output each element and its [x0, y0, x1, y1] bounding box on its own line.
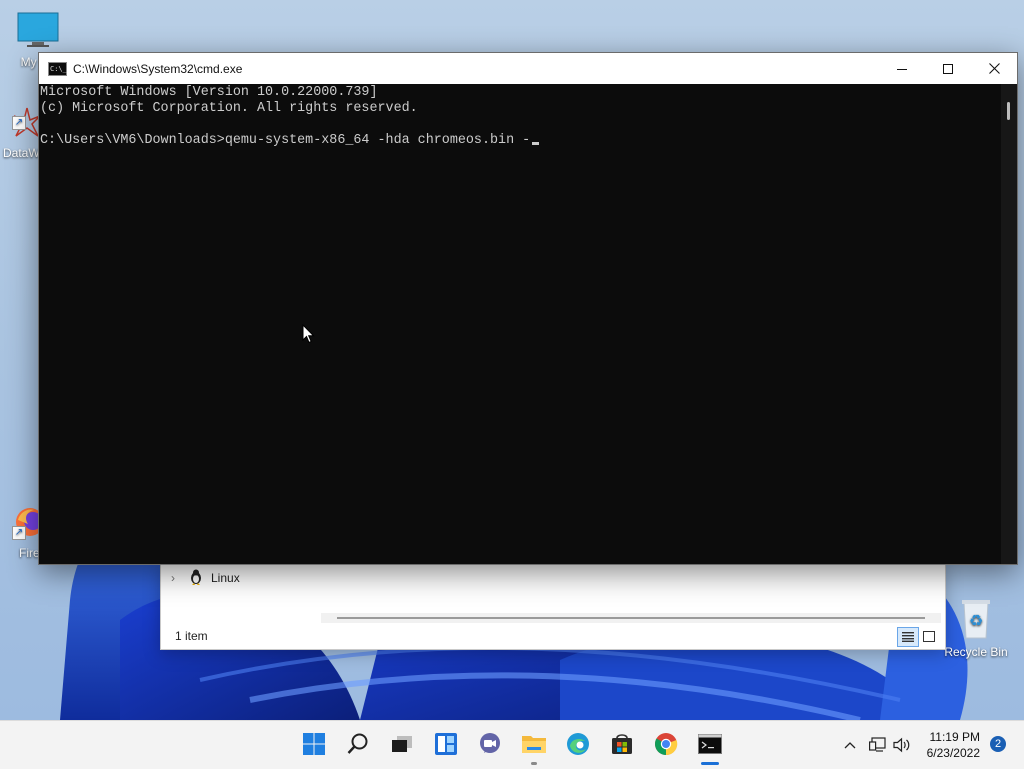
status-bar-item-count: 1 item: [175, 629, 208, 643]
speaker-icon: [893, 737, 910, 753]
search-icon: [347, 733, 368, 754]
widgets-button[interactable]: [433, 731, 459, 757]
show-hidden-icons-button[interactable]: [840, 735, 860, 755]
system-clock[interactable]: 11:19 PM 6/23/2022: [927, 729, 980, 761]
widgets-icon: [435, 733, 457, 755]
folder-icon: [522, 736, 546, 753]
details-view-icon: [902, 632, 914, 642]
microsoft-store-button[interactable]: [609, 731, 635, 757]
notification-badge[interactable]: 2: [990, 736, 1006, 752]
file-explorer-window[interactable]: › Linux 1 item: [160, 562, 946, 650]
chrome-button[interactable]: [653, 731, 679, 757]
desktop-icon-firefox[interactable]: ↗ Fire: [0, 504, 44, 560]
console-line: Microsoft Windows [Version 10.0.22000.73…: [40, 85, 378, 100]
nav-tree-item-linux[interactable]: › Linux: [171, 567, 240, 589]
monitor-icon: [17, 12, 59, 47]
desktop-icon-dataw[interactable]: ↗ DataW: [0, 106, 41, 160]
windows-logo-icon: [303, 733, 325, 755]
text-cursor: [532, 142, 540, 145]
chevron-up-icon: [844, 742, 856, 749]
minimize-icon: [897, 68, 907, 70]
network-button[interactable]: [868, 735, 888, 755]
shortcut-arrow-icon: ↗: [12, 116, 26, 130]
window-title: C:\Windows\System32\cmd.exe: [73, 61, 243, 76]
close-icon: [988, 63, 1000, 74]
task-view-button[interactable]: [389, 731, 415, 757]
recycle-bin-icon: ♻: [962, 600, 990, 639]
console-command-line: C:\Users\VM6\Downloads>qemu-system-x86_6…: [40, 133, 531, 148]
large-icons-view-icon: [923, 630, 935, 642]
mouse-pointer-icon: [302, 324, 315, 344]
window-title-bar[interactable]: C:\_ C:\Windows\System32\cmd.exe: [39, 53, 1017, 84]
command-prompt-window[interactable]: C:\_ C:\Windows\System32\cmd.exe Microso…: [38, 52, 1018, 565]
start-button[interactable]: [301, 731, 327, 757]
command-prompt-taskbar-button[interactable]: [697, 731, 723, 757]
minimize-button[interactable]: [879, 53, 925, 84]
edge-button[interactable]: [565, 731, 591, 757]
chat-icon: [480, 733, 500, 753]
console-output[interactable]: Microsoft Windows [Version 10.0.22000.73…: [39, 84, 1002, 565]
shortcut-arrow-icon: ↗: [12, 526, 26, 540]
large-icons-view-button[interactable]: [919, 627, 939, 645]
scrollbar-thumb[interactable]: [1007, 102, 1010, 120]
cmd-app-icon: C:\_: [48, 61, 67, 76]
scrollbar-thumb[interactable]: [337, 617, 925, 619]
terminal-icon: [698, 734, 722, 754]
horizontal-scrollbar[interactable]: [321, 613, 941, 623]
vertical-scrollbar[interactable]: [1001, 84, 1017, 564]
maximize-icon: [943, 63, 953, 74]
penguin-icon: [189, 569, 203, 588]
running-indicator: [531, 762, 537, 765]
chrome-icon: [655, 733, 678, 756]
file-explorer-button[interactable]: [521, 731, 547, 757]
desktop-icon-label: Recycle Bin: [944, 645, 1008, 659]
volume-button[interactable]: [892, 735, 912, 755]
close-button[interactable]: [971, 53, 1017, 84]
clock-time: 11:19 PM: [929, 730, 980, 744]
desktop-icon-recycle-bin[interactable]: ♻ Recycle Bin: [944, 598, 1008, 659]
details-view-button[interactable]: [897, 627, 919, 647]
svg-text:♻: ♻: [969, 611, 983, 630]
nav-tree-label: Linux: [211, 571, 240, 585]
taskbar: 11:19 PM 6/23/2022 2: [0, 720, 1024, 769]
chevron-right-icon[interactable]: ›: [171, 571, 181, 585]
desktop-icon-label: Fire: [19, 546, 40, 560]
teams-chat-button[interactable]: [477, 731, 503, 757]
maximize-button[interactable]: [925, 53, 971, 84]
task-view-icon: [392, 736, 412, 752]
clock-date: 6/23/2022: [926, 746, 980, 760]
edge-icon: [567, 733, 589, 755]
store-icon: [612, 734, 632, 754]
active-indicator: [701, 762, 719, 765]
desktop: My Co ↗ DataW ↗ Fire ♻ Recycle Bin: [0, 0, 1024, 720]
desktop-icon-label: DataW: [3, 146, 40, 160]
network-icon: [869, 737, 886, 752]
console-line: (c) Microsoft Corporation. All rights re…: [40, 101, 418, 116]
search-button[interactable]: [345, 731, 371, 757]
